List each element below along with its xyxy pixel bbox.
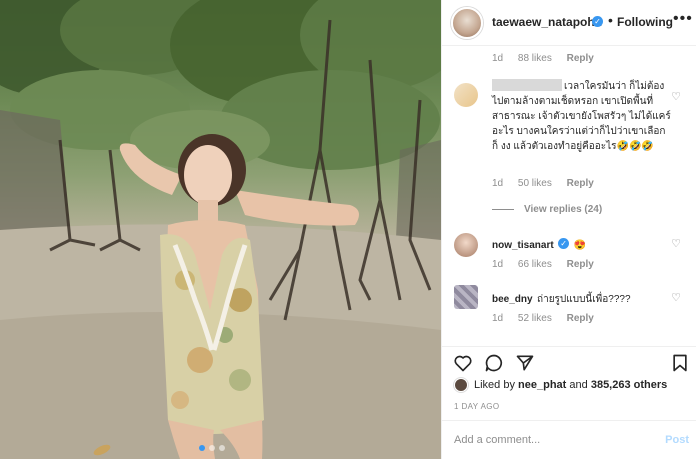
carousel-dots[interactable] (199, 445, 225, 451)
bookmark-icon[interactable] (670, 353, 690, 373)
share-icon[interactable] (515, 353, 535, 373)
post-timestamp[interactable]: 1 DAY AGO (454, 402, 500, 411)
comment-time: 1d (492, 53, 504, 64)
comment-meta: 1d 52 likes Reply (492, 313, 606, 324)
photo-illustration (0, 0, 441, 459)
comment-meta: 1d 66 likes Reply (492, 259, 606, 270)
comment-like-icon[interactable]: ♡ (671, 291, 681, 304)
comment-body: bee_dny ถ่ายรูปแบบนี้เพื่อ???? (492, 289, 631, 307)
comment-icon[interactable] (484, 353, 504, 373)
comment-meta: 1d 50 likes Reply (492, 178, 606, 189)
verified-icon: ✓ (558, 238, 570, 250)
following-button[interactable]: Following (617, 15, 673, 29)
comment-username[interactable]: now_tisanart (492, 240, 554, 251)
likes-prefix: Liked by (474, 379, 515, 391)
comment-reply-button[interactable]: Reply (567, 259, 594, 270)
action-bar (442, 346, 696, 376)
carousel-dot-active[interactable] (199, 445, 205, 451)
author-username[interactable]: taewaew_natapohn (492, 15, 602, 29)
likes-count[interactable]: 385,263 others (591, 379, 667, 391)
view-replies-button[interactable]: View replies (24) (492, 204, 602, 215)
comment-like-icon[interactable]: ♡ (671, 90, 681, 103)
post-photo[interactable] (0, 0, 441, 459)
comment-text: ถ่ายรูปแบบนี้เพื่อ???? (537, 294, 631, 305)
post-button[interactable]: Post (665, 434, 689, 446)
liker-username[interactable]: nee_phat (518, 379, 566, 391)
likes-conjunction: and (569, 379, 588, 391)
comment-avatar[interactable] (454, 233, 478, 257)
comment-likes[interactable]: 52 likes (518, 313, 552, 324)
comment-avatar[interactable] (454, 83, 478, 107)
comment-like-icon[interactable]: ♡ (671, 237, 681, 250)
comment-reply-button[interactable]: Reply (567, 53, 594, 64)
comment-text: 😍 (573, 240, 587, 251)
comments-list[interactable]: 1d 88 likes Reply เวลาใครมันว่า ก็ไม่ต้อ… (442, 47, 696, 345)
comment-reply-button[interactable]: Reply (567, 313, 594, 324)
comment-time: 1d (492, 313, 504, 324)
header-separator: • (608, 12, 613, 28)
liker-avatar[interactable] (454, 378, 468, 392)
comment-avatar[interactable] (454, 285, 478, 309)
comment-input[interactable]: Add a comment... (454, 434, 540, 446)
comment-likes[interactable]: 66 likes (518, 259, 552, 270)
comment-meta: 1d 88 likes Reply (492, 53, 606, 64)
comment-likes[interactable]: 88 likes (518, 53, 552, 64)
comment-username[interactable]: bee_dny (492, 294, 533, 305)
post-header: taewaew_natapohn ✓ • Following ••• (442, 0, 696, 46)
more-icon[interactable]: ••• (673, 10, 693, 28)
post-side-panel: taewaew_natapohn ✓ • Following ••• 1d 88… (441, 0, 696, 459)
comment-reply-button[interactable]: Reply (567, 178, 594, 189)
author-avatar[interactable] (451, 7, 483, 39)
comment-likes[interactable]: 50 likes (518, 178, 552, 189)
heart-icon[interactable] (453, 353, 473, 373)
add-comment-bar: Add a comment... Post (442, 420, 696, 459)
carousel-dot[interactable] (209, 445, 215, 451)
comment-text: เวลาใครมันว่า ก็ไม่ต้องไปตามล้างตามเช็ดห… (492, 81, 671, 152)
verified-icon: ✓ (592, 16, 603, 27)
comment-time: 1d (492, 259, 504, 270)
comment-time: 1d (492, 178, 504, 189)
comment-body: now_tisanart ✓ 😍 (492, 235, 586, 253)
carousel-dot[interactable] (219, 445, 225, 451)
likes-summary[interactable]: Liked by nee_phat and 385,263 others (454, 378, 667, 392)
